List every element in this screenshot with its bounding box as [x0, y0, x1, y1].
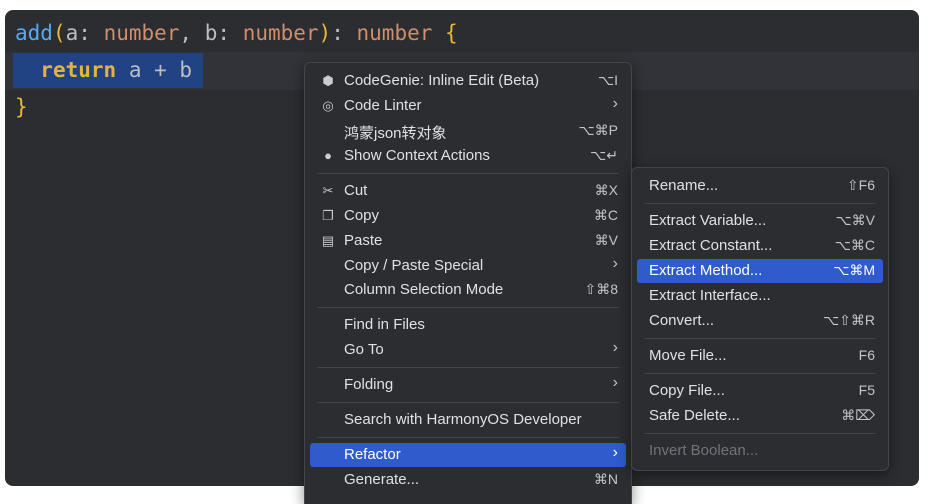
- menu-item-copy-paste-special[interactable]: Copy / Paste Special ›: [310, 254, 626, 278]
- menu-item-search-harmonyos[interactable]: Search with HarmonyOS Developer: [310, 408, 626, 432]
- menu-item-show-context-actions[interactable]: ● Show Context Actions ⌥↵: [310, 144, 626, 168]
- menu-item-convert[interactable]: Convert... ⌥⇧⌘R: [637, 309, 883, 333]
- code-line-3[interactable]: }: [15, 92, 28, 122]
- return-keyword: return: [40, 58, 117, 82]
- menu-item-extract-method[interactable]: Extract Method... ⌥⌘M: [637, 259, 883, 283]
- menu-item-cut[interactable]: ✂ Cut ⌘X: [310, 179, 626, 203]
- clipboard-icon: ▤: [321, 233, 335, 248]
- type-number: number: [103, 21, 180, 45]
- chevron-right-icon: ›: [612, 374, 618, 391]
- menu-item-move-file[interactable]: Move File... F6: [637, 344, 883, 368]
- menu-item-go-to[interactable]: Go To ›: [310, 338, 626, 362]
- chevron-right-icon: ›: [612, 444, 618, 461]
- colon: :: [331, 21, 344, 45]
- bulb-icon: ●: [324, 148, 332, 163]
- menu-item-hongmeng-json[interactable]: 鸿蒙json转对象 ⌥⌘P: [310, 119, 626, 143]
- colon: :: [217, 21, 231, 45]
- menu-item-safe-delete[interactable]: Safe Delete... ⌘⌦: [637, 404, 883, 428]
- menu-item-copy-file[interactable]: Copy File... F5: [637, 379, 883, 403]
- chevron-right-icon: ›: [612, 95, 618, 112]
- menu-item-find-in-files[interactable]: Find in Files: [310, 313, 626, 337]
- menu-separator: [644, 203, 876, 204]
- menu-separator: [644, 373, 876, 374]
- type-number: number: [242, 21, 319, 45]
- chevron-right-icon: ›: [612, 255, 618, 272]
- menu-separator: [644, 433, 876, 434]
- menu-separator: [317, 367, 619, 368]
- menu-item-invert-boolean: Invert Boolean...: [649, 442, 759, 459]
- brace-close: }: [15, 95, 28, 119]
- menu-separator: [644, 338, 876, 339]
- param-b: b: [204, 21, 218, 45]
- menu-item-code-linter[interactable]: ◎ Code Linter ›: [310, 94, 626, 118]
- copy-icon: ❐: [322, 208, 334, 223]
- menu-separator: [317, 437, 619, 438]
- menu-item-extract-interface[interactable]: Extract Interface...: [637, 284, 883, 308]
- return-expression: a + b: [128, 58, 193, 82]
- menu-item-refactor[interactable]: Refactor ›: [310, 443, 626, 467]
- menu-item-codegenie-inline-edit[interactable]: ⬢ CodeGenie: Inline Edit (Beta) ⌥I: [310, 69, 626, 93]
- code-line-1[interactable]: add(a: number, b: number): number {: [15, 18, 458, 48]
- menu-separator: [317, 402, 619, 403]
- comma: ,: [179, 21, 205, 45]
- menu-item-column-selection-mode[interactable]: Column Selection Mode ⇧⌘8: [310, 278, 626, 302]
- scissors-icon: ✂: [322, 183, 334, 198]
- menu-item-paste[interactable]: ▤ Paste ⌘V: [310, 229, 626, 253]
- menu-item-copy[interactable]: ❐ Copy ⌘C: [310, 204, 626, 228]
- codegenie-icon: ⬢: [322, 73, 334, 88]
- menu-item-extract-variable[interactable]: Extract Variable... ⌥⌘V: [637, 209, 883, 233]
- code-linter-icon: ◎: [322, 98, 334, 113]
- refactor-submenu: Rename... ⇧F6 Extract Variable... ⌥⌘V Ex…: [631, 167, 889, 471]
- chevron-right-icon: ›: [612, 339, 618, 356]
- paren-open: (: [52, 21, 66, 45]
- menu-item-extract-constant[interactable]: Extract Constant... ⌥⌘C: [637, 234, 883, 258]
- context-menu: ⬢ CodeGenie: Inline Edit (Beta) ⌥I ◎ Cod…: [304, 62, 632, 504]
- menu-separator: [317, 173, 619, 174]
- menu-item-generate[interactable]: Generate... ⌘N: [310, 468, 626, 492]
- colon: :: [78, 21, 91, 45]
- menu-item-rename[interactable]: Rename... ⇧F6: [637, 174, 883, 198]
- code-line-2[interactable]: return a + b: [15, 55, 192, 85]
- paren-close: ): [318, 21, 332, 45]
- menu-item-folding[interactable]: Folding ›: [310, 373, 626, 397]
- param-a: a: [65, 21, 79, 45]
- return-type: number: [356, 21, 433, 45]
- brace-open: {: [445, 21, 458, 45]
- function-name: add: [15, 21, 53, 45]
- menu-separator: [317, 307, 619, 308]
